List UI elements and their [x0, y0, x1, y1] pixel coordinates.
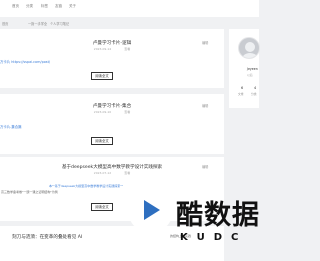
post-excerpt-link[interactable]: 万卡片-集合篇 — [0, 124, 22, 129]
stat-categories-count: 4 — [254, 86, 257, 90]
post-meta-item: 查看 — [124, 171, 131, 175]
stat-categories-label: 分类 — [251, 92, 257, 96]
stat-articles-label: 文章 — [238, 92, 244, 96]
post-meta: 2023-07-12 查看 — [0, 171, 224, 176]
nav-item-about[interactable]: 关于 — [69, 4, 76, 9]
watermark-subtext: KUDC — [180, 232, 248, 243]
breadcrumb-item[interactable]: 一篇一手学全 — [28, 21, 47, 26]
post-meta-item: 查看 — [124, 110, 131, 114]
post-meta: 2023-09-10 查看 — [0, 110, 224, 115]
watermark: 酷数据 KUDC — [128, 188, 260, 261]
stat-articles-count: 6 — [241, 86, 244, 90]
post-excerpt: 本""基于deepseek大模型高中数学教学设计实践探索"" — [49, 184, 124, 188]
profile-description: 以后 — [247, 73, 253, 77]
nav-item-tags[interactable]: 标签 — [41, 4, 48, 9]
nav-item-links[interactable]: 友链 — [55, 4, 62, 9]
profile-card: Jeyeen 以后 6 文章 4 分类 — [229, 29, 260, 108]
profile-username[interactable]: Jeyeen — [247, 67, 258, 71]
post-edit-link[interactable]: 编辑 — [202, 164, 208, 169]
read-more-button[interactable]: 阅读全文 — [91, 203, 113, 211]
nav-item-home[interactable]: 首页 — [12, 4, 19, 9]
avatar[interactable] — [238, 37, 260, 59]
post-title[interactable]: 卢曼学习卡片-逻辑 — [0, 40, 224, 46]
post-excerpt-link[interactable]: 万卡片 https://sspai.com/post/ — [0, 59, 50, 64]
play-icon — [144, 200, 160, 220]
post-meta: 2023-09-14 查看 — [0, 47, 224, 52]
post-edit-link[interactable]: 编辑 — [202, 103, 208, 108]
post-card: 卢曼学习卡片-逻辑 2023-09-14 查看 编辑 万卡片 https://s… — [0, 29, 224, 88]
breadcrumb-item[interactable]: 个人学习笔记 — [50, 21, 69, 26]
post-title[interactable]: 卢曼学习卡片-集合 — [0, 103, 224, 109]
watermark-text: 酷数据 — [176, 200, 260, 231]
read-more-button[interactable]: 阅读全文 — [91, 72, 113, 80]
post-excerpt: 高三数学备考卷"一题一课之证明结构"为例 — [1, 190, 58, 194]
nav-item-category[interactable]: 分类 — [26, 4, 33, 9]
breadcrumb-item[interactable]: 首页 — [2, 21, 8, 26]
post-title[interactable]: 基于deepseek大模型高中数学教学设计实践探索 — [0, 164, 224, 170]
post-meta-item: 查看 — [124, 47, 131, 51]
top-navigation: 首页 分类 标签 友链 关于 — [0, 0, 259, 17]
post-date: 2023-09-10 — [93, 110, 112, 114]
read-more-button[interactable]: 阅读全文 — [91, 137, 113, 145]
post-date: 2023-07-12 — [93, 171, 112, 175]
post-edit-link[interactable]: 编辑 — [202, 40, 208, 45]
post-date: 2023-09-14 — [93, 47, 112, 51]
post-card: 卢曼学习卡片-集合 2023-09-10 查看 编辑 万卡片-集合篇 阅读全文 — [0, 94, 224, 154]
